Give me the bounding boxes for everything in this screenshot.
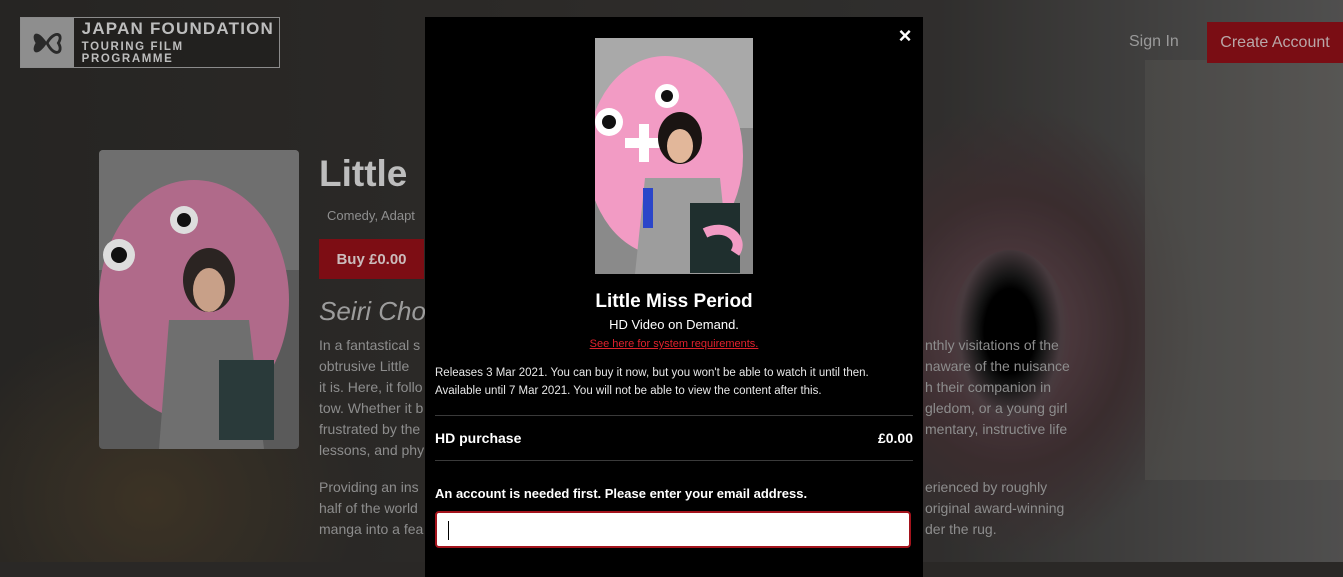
release-info: Releases 3 Mar 2021. You can buy it now,… <box>435 364 869 400</box>
purchase-label: HD purchase <box>435 430 522 446</box>
divider <box>435 460 913 461</box>
site-logo[interactable]: JAPAN FOUNDATION TOURING FILM PROGRAMME <box>20 17 280 68</box>
sign-in-link[interactable]: Sign In <box>1129 33 1179 51</box>
purchase-price: £0.00 <box>877 430 913 446</box>
background-synopsis-left: In a fantastical s obtrusive Little it is… <box>319 337 425 458</box>
release-date-text: Releases 3 Mar 2021. You can buy it now,… <box>435 367 869 379</box>
background-film-title: Little <box>319 153 408 194</box>
butterfly-logo-icon <box>21 18 74 67</box>
purchase-modal: × Little Miss Period HD Video on Demand.… <box>425 17 923 577</box>
create-account-button[interactable]: Create Account <box>1207 22 1343 63</box>
background-genres: Comedy, Adapt <box>327 208 415 223</box>
modal-film-poster <box>595 38 753 274</box>
account-required-message: An account is needed first. Please enter… <box>435 486 808 501</box>
background-subtitle: Seiri Cho <box>319 296 426 326</box>
modal-format: HD Video on Demand. <box>609 317 739 332</box>
divider <box>435 415 913 416</box>
background-synopsis2-left: Providing an ins half of the world manga … <box>319 479 424 537</box>
modal-film-title: Little Miss Period <box>595 291 753 312</box>
film-poster <box>99 150 299 449</box>
background-synopsis-right: nthly visitations of the naware of the nu… <box>925 337 1070 437</box>
logo-title: JAPAN FOUNDATION <box>81 19 275 38</box>
logo-subtitle: TOURING FILM PROGRAMME <box>81 41 184 65</box>
system-requirements-link[interactable]: See here for system requirements. <box>425 338 923 350</box>
availability-text: Available until 7 Mar 2021. You will not… <box>435 385 822 397</box>
background-synopsis2-right: erienced by roughly original award-winnin… <box>925 479 1065 537</box>
text-caret <box>448 521 449 540</box>
buy-button[interactable]: Buy £0.00 <box>319 239 424 279</box>
purchase-row: HD purchase £0.00 <box>435 430 913 446</box>
close-icon[interactable]: × <box>895 25 915 47</box>
email-input[interactable] <box>435 511 911 548</box>
